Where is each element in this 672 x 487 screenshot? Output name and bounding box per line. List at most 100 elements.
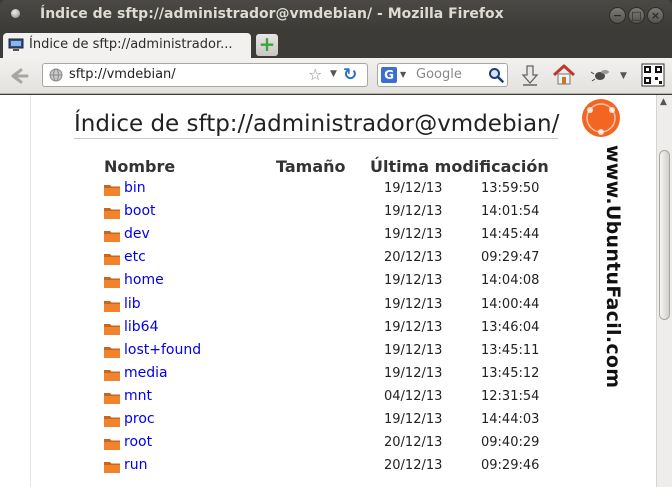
folder-link[interactable]: home xyxy=(124,272,164,288)
table-row: dev 19/12/13 14:45:44 xyxy=(104,226,564,246)
modified-time: 14:45:44 xyxy=(481,227,540,243)
column-header-modified[interactable]: Última modificación xyxy=(370,157,549,176)
modified-time: 13:45:11 xyxy=(481,342,540,358)
search-icon[interactable] xyxy=(488,67,504,83)
qr-code-icon[interactable] xyxy=(641,63,665,87)
back-arrow-icon xyxy=(11,68,29,84)
close-button[interactable]: × xyxy=(647,7,664,24)
folder-icon xyxy=(104,462,120,474)
folder-link[interactable]: lib64 xyxy=(124,319,158,335)
table-row: proc 19/12/13 14:44:03 xyxy=(104,411,564,431)
modified-time: 14:00:44 xyxy=(481,296,540,312)
table-row: root 20/12/13 09:40:29 xyxy=(104,434,564,454)
modified-date: 19/12/13 xyxy=(384,181,443,196)
folder-link[interactable]: lib xyxy=(124,296,141,312)
modified-time: 14:01:54 xyxy=(481,204,540,220)
folder-link[interactable]: boot xyxy=(124,203,156,219)
bug-addon-icon[interactable] xyxy=(588,62,614,88)
table-row: lib 19/12/13 14:00:44 xyxy=(104,296,564,316)
folder-link[interactable]: media xyxy=(124,365,168,381)
table-row: bin 19/12/13 13:59:50 xyxy=(104,180,564,200)
modified-time: 14:04:08 xyxy=(481,273,540,289)
folder-link[interactable]: dev xyxy=(124,226,150,242)
modified-date: 20/12/13 xyxy=(384,458,443,474)
vertical-scrollbar[interactable]: ▲ xyxy=(656,95,672,487)
window-title: Índice de sftp://administrador@vmdebian/… xyxy=(40,6,504,22)
navigation-toolbar: sftp://vmdebian/ ☆ ▼ ↻ G ▼ Google ▼ xyxy=(0,58,672,94)
new-tab-button[interactable]: + xyxy=(256,34,278,56)
search-engine-dropdown-icon[interactable]: ▼ xyxy=(400,70,406,79)
folder-link[interactable]: mnt xyxy=(124,388,152,404)
modified-date: 19/12/13 xyxy=(384,227,443,243)
history-dropdown-icon[interactable]: ▼ xyxy=(330,69,337,79)
maximize-button[interactable]: □ xyxy=(628,7,645,24)
table-row: lib64 19/12/13 13:46:04 xyxy=(104,319,564,339)
modified-date: 19/12/13 xyxy=(384,273,443,289)
downloads-icon[interactable] xyxy=(517,62,543,88)
watermark-text: www.UbuntuFacil.com xyxy=(602,145,624,389)
url-bar[interactable]: sftp://vmdebian/ ☆ ▼ ↻ xyxy=(42,63,368,87)
tab-label: Índice de sftp://administrador... xyxy=(29,37,233,52)
folder-icon xyxy=(104,416,120,427)
folder-icon xyxy=(104,300,120,312)
reload-icon[interactable]: ↻ xyxy=(343,65,357,85)
folder-link[interactable]: etc xyxy=(124,249,146,265)
table-row: mnt 04/12/13 12:31:54 xyxy=(104,388,564,408)
home-icon[interactable] xyxy=(551,62,577,88)
folder-icon xyxy=(104,208,120,220)
folder-icon xyxy=(104,231,120,243)
column-header-name[interactable]: Nombre xyxy=(104,157,175,176)
search-bar[interactable]: G ▼ Google xyxy=(377,63,508,87)
url-text[interactable]: sftp://vmdebian/ xyxy=(69,67,176,82)
window-titlebar: Índice de sftp://administrador@vmdebian/… xyxy=(0,0,672,30)
folder-icon xyxy=(104,369,120,381)
tab-directory-index[interactable]: Índice de sftp://administrador... xyxy=(3,33,251,58)
search-engine-icon[interactable]: G xyxy=(381,67,397,83)
folder-icon xyxy=(104,185,120,196)
modified-time: 12:31:54 xyxy=(481,388,540,404)
modified-time: 13:45:12 xyxy=(481,365,540,381)
modified-date: 19/12/13 xyxy=(384,365,443,381)
modified-time: 14:44:03 xyxy=(481,412,540,427)
scroll-up-arrow-icon[interactable]: ▲ xyxy=(660,97,667,107)
modified-date: 20/12/13 xyxy=(384,435,443,451)
table-row: lost+found 19/12/13 13:45:11 xyxy=(104,342,564,362)
folder-icon xyxy=(104,439,120,451)
folder-link[interactable]: run xyxy=(124,457,148,473)
table-row: home 19/12/13 14:04:08 xyxy=(104,272,564,292)
minimize-button[interactable]: − xyxy=(609,7,626,24)
addon-dropdown-icon[interactable]: ▼ xyxy=(620,71,627,81)
window-menu-icon[interactable] xyxy=(11,9,20,18)
bookmark-star-icon[interactable]: ☆ xyxy=(308,65,322,84)
modified-time: 13:59:50 xyxy=(481,181,540,196)
scrollbar-thumb[interactable] xyxy=(659,150,670,320)
table-row: run 20/12/13 09:29:46 xyxy=(104,457,564,477)
modified-time: 09:40:29 xyxy=(481,435,540,451)
modified-date: 19/12/13 xyxy=(384,296,443,312)
modified-date: 19/12/13 xyxy=(384,342,443,358)
modified-date: 19/12/13 xyxy=(384,412,443,427)
modified-date: 20/12/13 xyxy=(384,250,443,266)
left-gutter xyxy=(0,95,31,487)
modified-date: 19/12/13 xyxy=(384,319,443,335)
column-header-size[interactable]: Tamaño xyxy=(276,157,346,176)
computer-icon xyxy=(8,38,24,51)
table-row: media 19/12/13 13:45:12 xyxy=(104,365,564,385)
folder-link[interactable]: root xyxy=(124,434,152,450)
modified-time: 09:29:47 xyxy=(481,250,540,266)
folder-link[interactable]: proc xyxy=(124,411,155,427)
folder-link[interactable]: lost+found xyxy=(124,342,201,358)
folder-icon xyxy=(104,346,120,358)
folder-icon xyxy=(104,254,120,266)
folder-icon xyxy=(104,323,120,335)
modified-date: 19/12/13 xyxy=(384,204,443,220)
folder-icon xyxy=(104,392,120,404)
page-title: Índice de sftp://administrador@vmdebian/ xyxy=(74,111,560,139)
table-row: boot 19/12/13 14:01:54 xyxy=(104,203,564,223)
modified-time: 13:46:04 xyxy=(481,319,540,335)
folder-link[interactable]: bin xyxy=(124,180,146,196)
back-button[interactable] xyxy=(5,63,31,89)
modified-time: 09:29:46 xyxy=(481,458,540,474)
search-placeholder[interactable]: Google xyxy=(416,67,462,82)
modified-date: 04/12/13 xyxy=(384,388,443,404)
